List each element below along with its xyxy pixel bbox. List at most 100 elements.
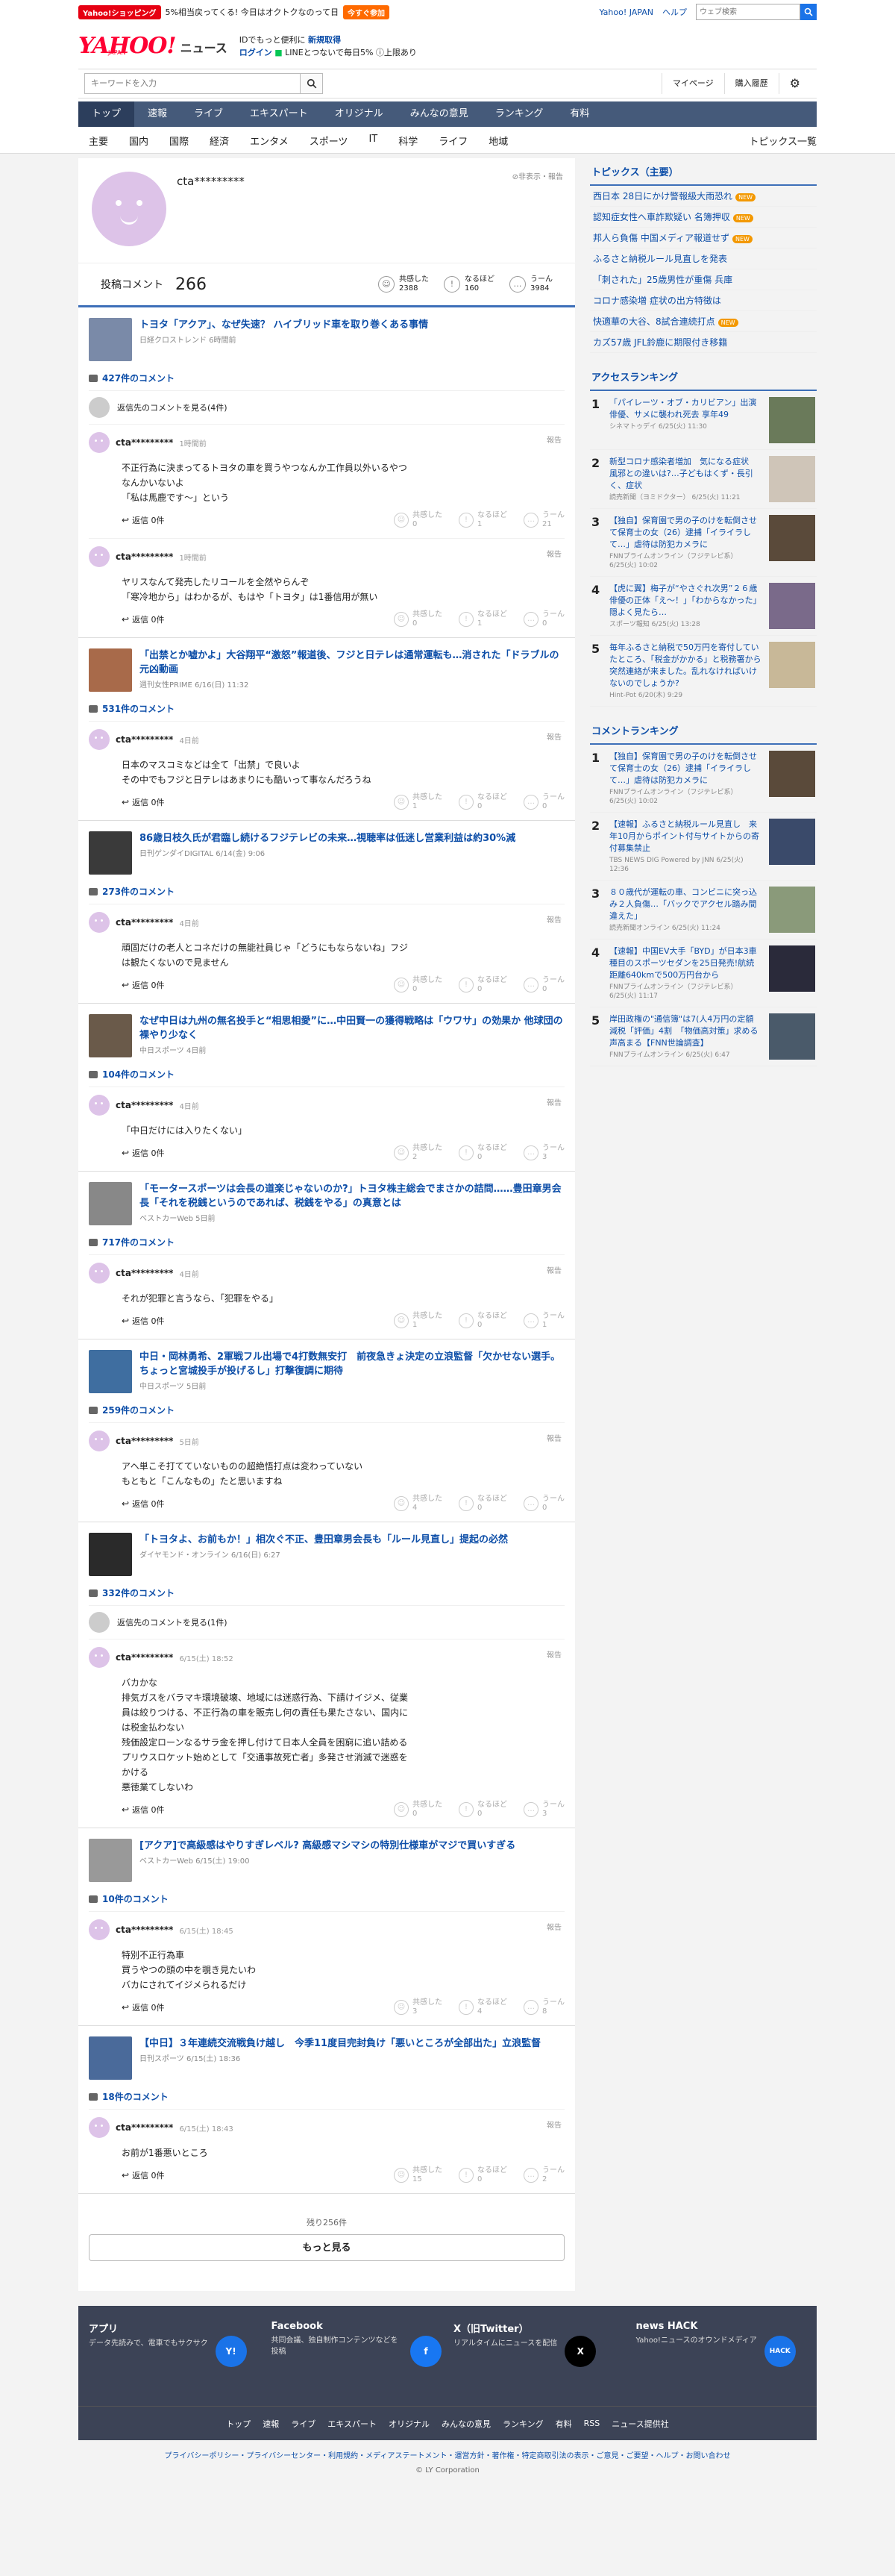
web-search-input[interactable]: [696, 4, 800, 20]
reply-button[interactable]: ↩ 返信 0件: [122, 1315, 165, 1327]
shopping-join-button[interactable]: 今すぐ参加: [343, 4, 389, 19]
ranking-title[interactable]: ８０歳代が運転の車、コンビニに突っ込み２人負傷…「バックでアクセル踏み間違えた」: [609, 887, 761, 922]
footer-nav-item[interactable]: ランキング: [503, 2418, 544, 2430]
comment-count-link[interactable]: 332件のコメント: [89, 1586, 565, 1605]
article-title[interactable]: トヨタ「アクア」、なぜ失速？ ハイブリッド車を取り巻くある事情: [139, 318, 428, 332]
report-link[interactable]: 報告: [547, 1648, 562, 1660]
comment-username[interactable]: cta*********: [116, 734, 173, 745]
footer-nav-item[interactable]: ニュース提供社: [612, 2418, 668, 2430]
comment-count-link[interactable]: 717件のコメント: [89, 1236, 565, 1254]
vote-button[interactable]: ☺ 共感した 3: [394, 1998, 442, 2016]
purchase-history-link[interactable]: 購入履歴: [723, 73, 779, 94]
help-link[interactable]: ヘルプ: [662, 6, 687, 18]
ranking-thumbnail[interactable]: [769, 751, 815, 797]
avatar[interactable]: [89, 912, 110, 933]
topic-item[interactable]: 西日本 28日にかけ警報級大雨恐れ NEW: [590, 186, 817, 207]
reply-parent-link[interactable]: 返信先のコメントを見る(4件): [89, 390, 565, 424]
article-title[interactable]: 「出禁とか嘘かよ」大谷翔平“激怒”報道後、フジと日テレは通常運転も…消された「ド…: [139, 648, 565, 677]
avatar[interactable]: [89, 1263, 110, 1284]
vote-button[interactable]: … うーん 3: [524, 1801, 565, 1819]
comment-count-link[interactable]: 10件のコメント: [89, 1892, 565, 1911]
report-link[interactable]: 報告: [547, 1264, 562, 1275]
article-thumbnail[interactable]: [89, 1839, 132, 1882]
mypage-link[interactable]: マイページ: [661, 73, 724, 94]
article-thumbnail[interactable]: [89, 831, 132, 875]
reply-button[interactable]: ↩ 返信 0件: [122, 514, 165, 526]
yahoo-news-logo[interactable]: YAHOO! JAPAN ニュース: [78, 35, 227, 57]
vote-button[interactable]: ☺ 共感した 1: [394, 1312, 442, 1330]
reply-button[interactable]: ↩ 返信 0件: [122, 1147, 165, 1159]
report-link[interactable]: 報告: [547, 913, 562, 925]
news-search-button[interactable]: [301, 73, 323, 94]
article-title[interactable]: 「トヨタよ、お前もか！」相次ぐ不正、豊田章男会長も「ルール見直し」提起の必然: [139, 1533, 508, 1547]
gnav-item[interactable]: エキスパート: [236, 101, 321, 127]
ranking-item[interactable]: 2 新型コロナ感染者増加 気になる症状 風邪との違いは?…子どもはくず・長引く、症…: [590, 450, 817, 509]
category-item[interactable]: 地域: [478, 134, 518, 148]
vote-button[interactable]: ! なるほど 1: [459, 610, 507, 628]
settings-button[interactable]: ⚙: [778, 73, 811, 94]
footer-app-link[interactable]: news HACK Yahoo!ニュースのオウンドメディア HACK: [636, 2321, 807, 2391]
article-title[interactable]: なぜ中日は九州の無名投手と“相思相愛”に…中田賢一の獲得戦略は「ウワサ」の効果か…: [139, 1014, 565, 1042]
show-more-button[interactable]: もっと見る: [89, 2234, 565, 2261]
comment-username[interactable]: cta*********: [116, 437, 173, 448]
privacy-link[interactable]: ⊘非表示・報告: [512, 170, 563, 181]
ranking-title[interactable]: 【速報】ふるさと納税ルール見直し 来年10月からポイント付与サイトからの寄付募集…: [609, 819, 761, 854]
category-item[interactable]: エンタメ: [239, 134, 299, 148]
vote-button[interactable]: … うーん 2: [524, 2166, 565, 2184]
reply-button[interactable]: ↩ 返信 0件: [122, 2001, 165, 2013]
avatar[interactable]: [89, 1647, 110, 1668]
article-thumbnail[interactable]: [89, 1533, 132, 1576]
ranking-item[interactable]: 4 【虎に翼】梅子が“やさぐれ次男”２６歳俳優の正体「え～！」「わからなかった」隠…: [590, 577, 817, 636]
ranking-thumbnail[interactable]: [769, 456, 815, 502]
avatar[interactable]: [89, 1095, 110, 1116]
reply-button[interactable]: ↩ 返信 0件: [122, 979, 165, 991]
reply-button[interactable]: ↩ 返信 0件: [122, 1498, 165, 1510]
comment-count-link[interactable]: 531件のコメント: [89, 702, 565, 721]
article-title[interactable]: 中日・岡林勇希、2軍戦フル出場で4打数無安打 前夜急きょ決定の立浪監督「欠かせな…: [139, 1350, 565, 1378]
report-link[interactable]: 報告: [547, 2119, 562, 2130]
ranking-title[interactable]: 【虎に翼】梅子が“やさぐれ次男”２６歳俳優の正体「え～！」「わからなかった」隠よ…: [609, 583, 761, 619]
avatar[interactable]: [89, 729, 110, 750]
vote-button[interactable]: … うーん 21: [524, 511, 565, 529]
ranking-item[interactable]: 5 岸田政権の"通信簿"は7(人4万円の定額減税「評価」4割 「物価高対策」求める…: [590, 1007, 817, 1066]
gnav-item[interactable]: ライブ: [180, 101, 236, 127]
comment-username[interactable]: cta*********: [116, 551, 173, 562]
ranking-title[interactable]: 【独自】保育園で男の子のけを転倒させて保育士の女（26）逮捕「イライラして…」虐…: [609, 515, 761, 551]
report-link[interactable]: 報告: [547, 1921, 562, 1932]
ranking-item[interactable]: 3 【独自】保育園で男の子のけを転倒させて保育士の女（26）逮捕「イライラして…」…: [590, 509, 817, 577]
category-item[interactable]: 国内: [119, 134, 159, 148]
vote-button[interactable]: ☺ 共感した 0: [394, 1801, 442, 1819]
ranking-thumbnail[interactable]: [769, 887, 815, 933]
vote-button[interactable]: ! なるほど 0: [459, 1312, 507, 1330]
vote-button[interactable]: ☺ 共感した 1: [394, 793, 442, 811]
vote-button[interactable]: ! なるほど 0: [459, 793, 507, 811]
topic-item[interactable]: 邦人ら負傷 中国メディア報道せず NEW: [590, 228, 817, 248]
avatar[interactable]: [89, 1431, 110, 1451]
article-thumbnail[interactable]: [89, 2036, 132, 2080]
avatar[interactable]: [89, 1919, 110, 1940]
ranking-item[interactable]: 2 【速報】ふるさと納税ルール見直し 来年10月からポイント付与サイトからの寄付募…: [590, 813, 817, 881]
avatar[interactable]: [89, 2117, 110, 2138]
vote-button[interactable]: ! なるほど 0: [459, 976, 507, 994]
article-header[interactable]: 中日・岡林勇希、2軍戦フル出場で4打数無安打 前夜急きょ決定の立浪監督「欠かせな…: [89, 1345, 565, 1393]
gnav-item[interactable]: ランキング: [482, 101, 557, 127]
gnav-item[interactable]: みんなの意見: [397, 101, 482, 127]
vote-button[interactable]: ! なるほど 0: [459, 1144, 507, 1162]
category-item[interactable]: ライフ: [428, 134, 478, 148]
comment-count-link[interactable]: 18件のコメント: [89, 2090, 565, 2109]
report-link[interactable]: 報告: [547, 1096, 562, 1107]
category-item[interactable]: 国際: [159, 134, 199, 148]
reply-button[interactable]: ↩ 返信 0件: [122, 613, 165, 625]
avatar[interactable]: [89, 432, 110, 453]
vote-button[interactable]: ! なるほど 0: [459, 2166, 507, 2184]
yahoo-japan-link[interactable]: Yahoo! JAPAN: [599, 7, 653, 17]
footer-app-link[interactable]: X（旧Twitter） リアルタイムにニュースを配信 X: [453, 2321, 624, 2391]
ranking-thumbnail[interactable]: [769, 945, 815, 992]
ranking-title[interactable]: 毎年ふるさと納税で50万円を寄付していたところ、「税金がかかる」と税務署から突然…: [609, 642, 761, 690]
article-header[interactable]: 「トヨタよ、お前もか！」相次ぐ不正、豊田章男会長も「ルール見直し」提起の必然 ダイ…: [89, 1528, 565, 1576]
article-title[interactable]: [アクア]で高級感はやりすぎレベル? 高級感マシマシの特別仕様車がマジで買いすぎ…: [139, 1839, 515, 1853]
ranking-thumbnail[interactable]: [769, 515, 815, 561]
ranking-item[interactable]: 1 「パイレーツ・オブ・カリビアン」出演俳優、サメに襲われ死去 享年49 シネマトゥ…: [590, 391, 817, 450]
article-header[interactable]: [アクア]で高級感はやりすぎレベル? 高級感マシマシの特別仕様車がマジで買いすぎ…: [89, 1834, 565, 1882]
register-link[interactable]: 新規取得: [308, 35, 341, 45]
